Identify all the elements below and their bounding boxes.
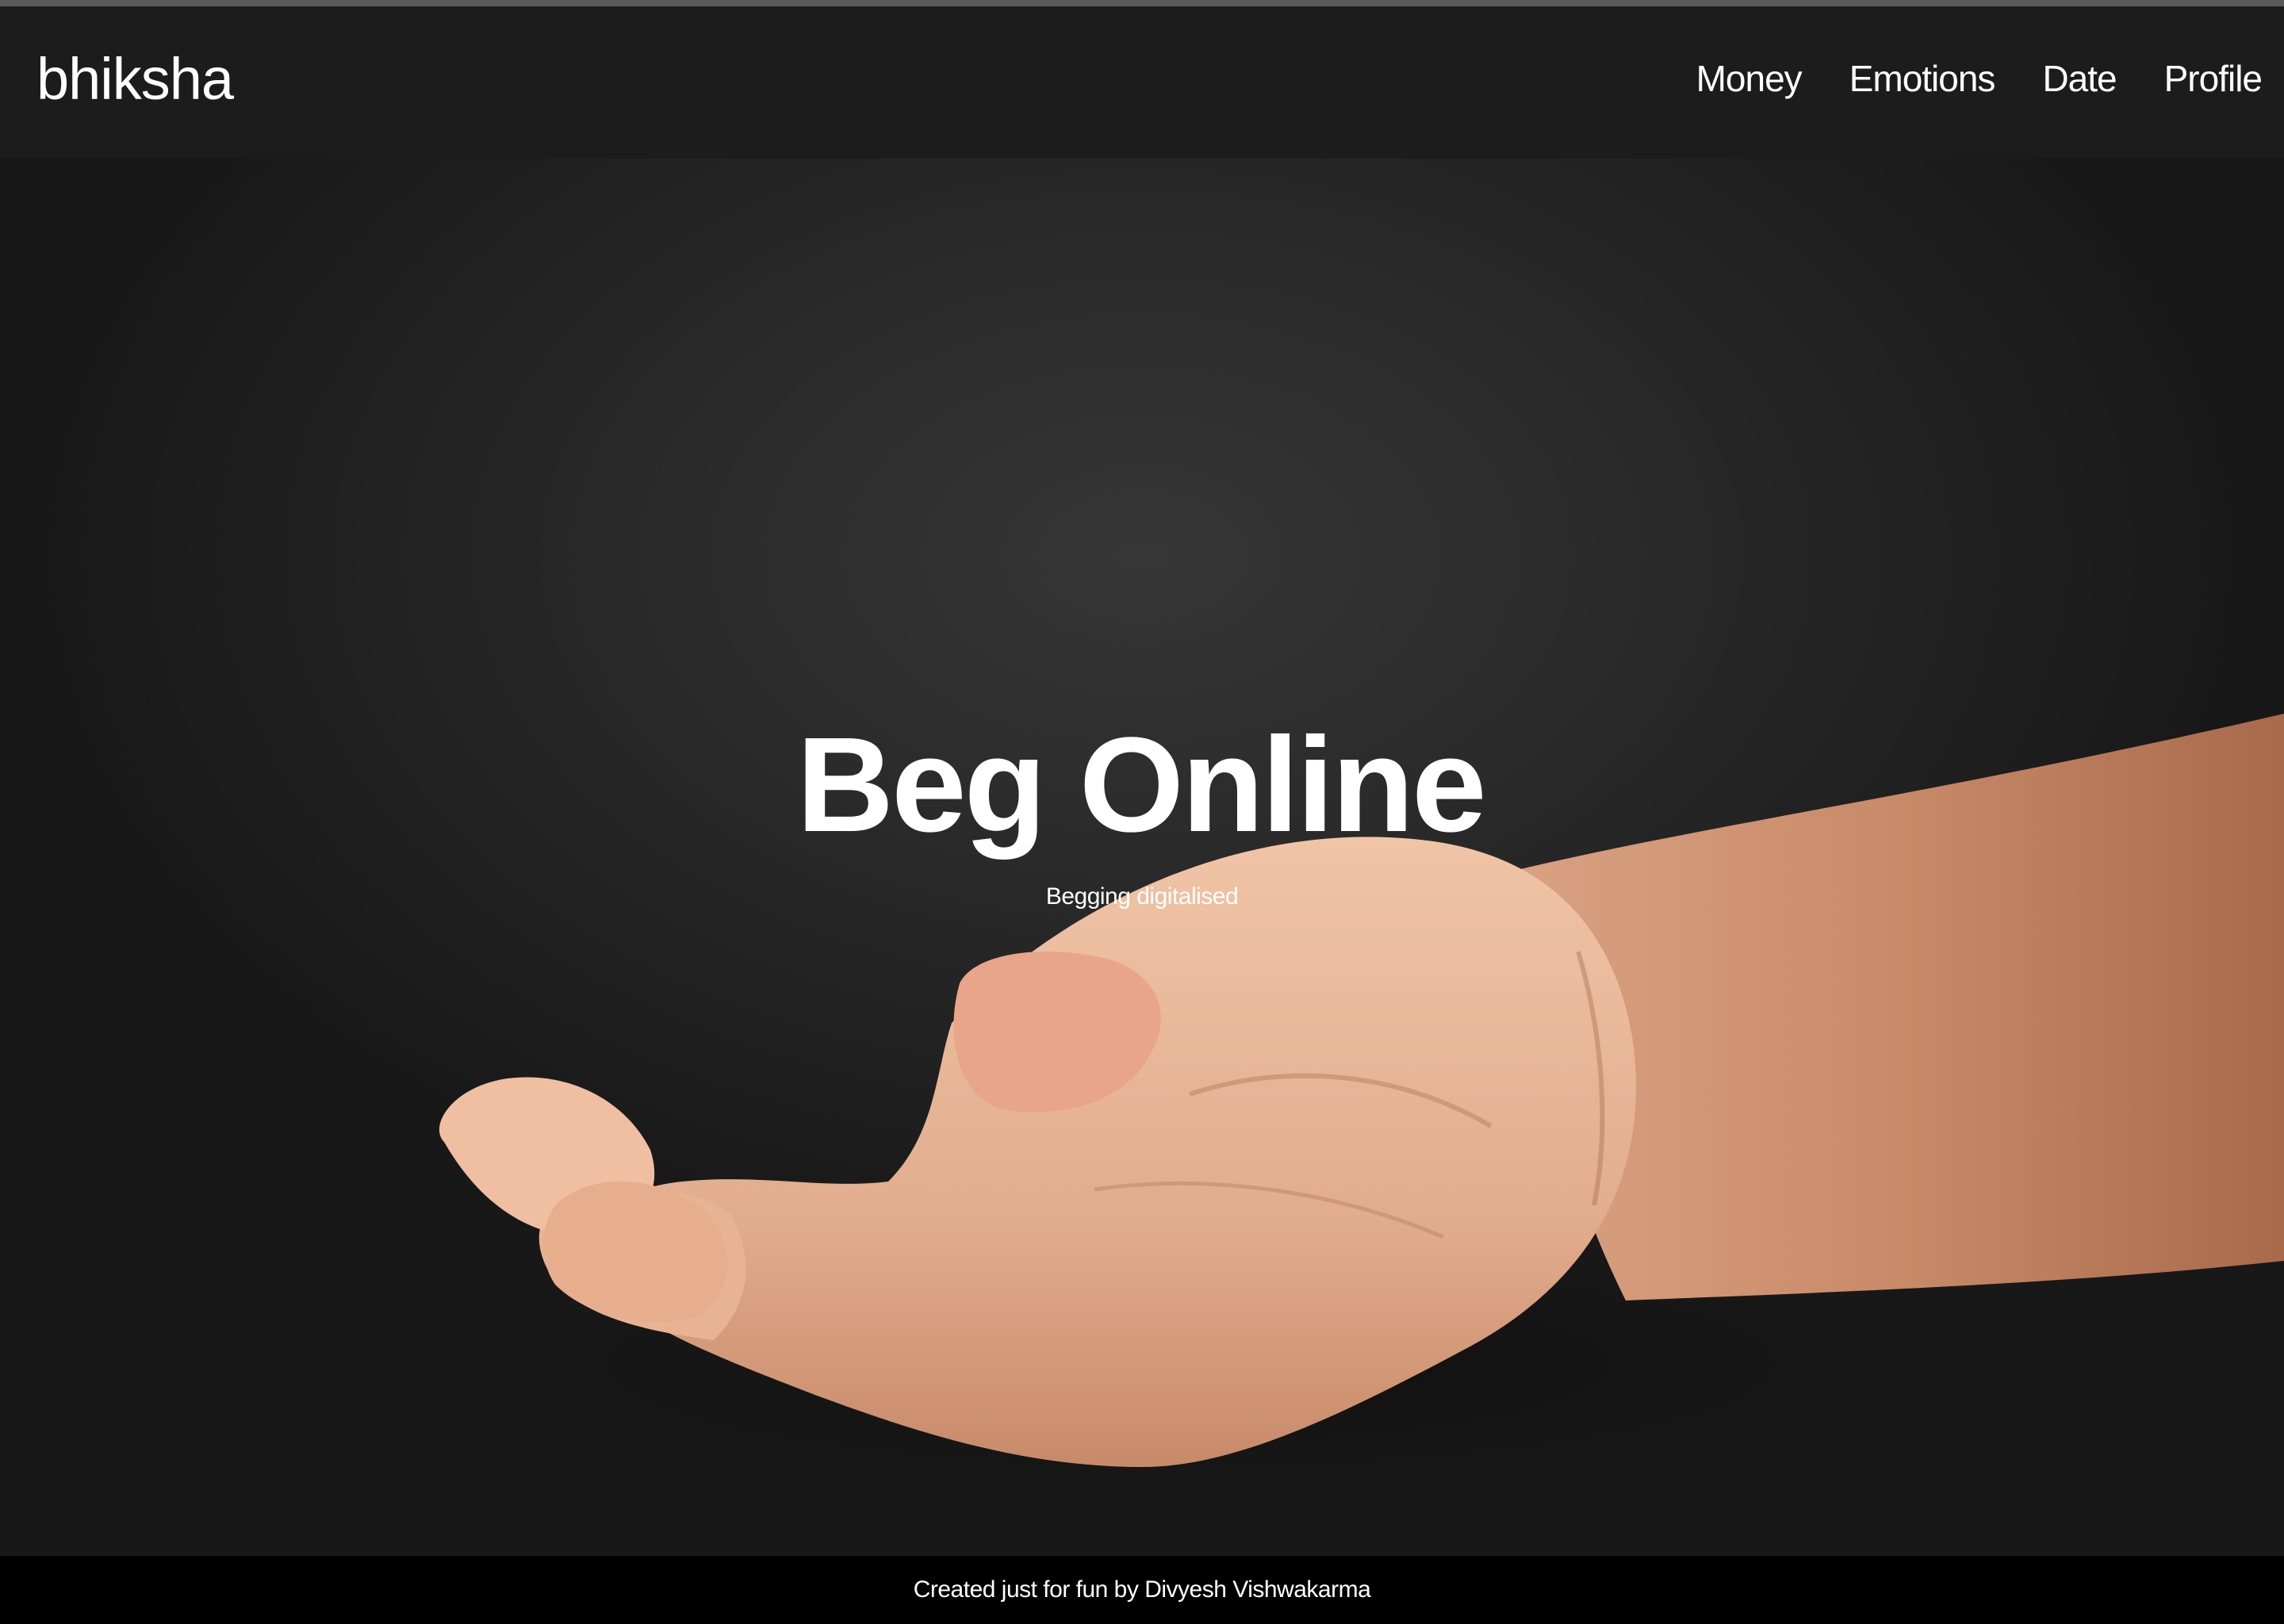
- navbar: bhiksha Money Emotions Date Profile: [0, 6, 2284, 159]
- hero-title: Beg Online: [796, 710, 1486, 860]
- footer-credit: Created just for fun by Divyesh Vishwaka…: [913, 1576, 1371, 1603]
- nav-link-date[interactable]: Date: [2042, 57, 2117, 100]
- nav-link-profile[interactable]: Profile: [2164, 57, 2263, 100]
- nav-link-money[interactable]: Money: [1696, 57, 1803, 100]
- window-top-edge: [0, 0, 2284, 6]
- nav-links: Money Emotions Date Profile: [1696, 57, 2263, 100]
- footer: Created just for fun by Divyesh Vishwaka…: [0, 1556, 2284, 1624]
- hero-section: Beg Online Begging digitalised: [0, 159, 2284, 1556]
- page: bhiksha Money Emotions Date Profile Beg …: [0, 0, 2284, 1624]
- nav-link-emotions[interactable]: Emotions: [1849, 57, 1996, 100]
- brand-logo[interactable]: bhiksha: [36, 45, 234, 113]
- hero-subtitle: Begging digitalised: [1045, 883, 1239, 910]
